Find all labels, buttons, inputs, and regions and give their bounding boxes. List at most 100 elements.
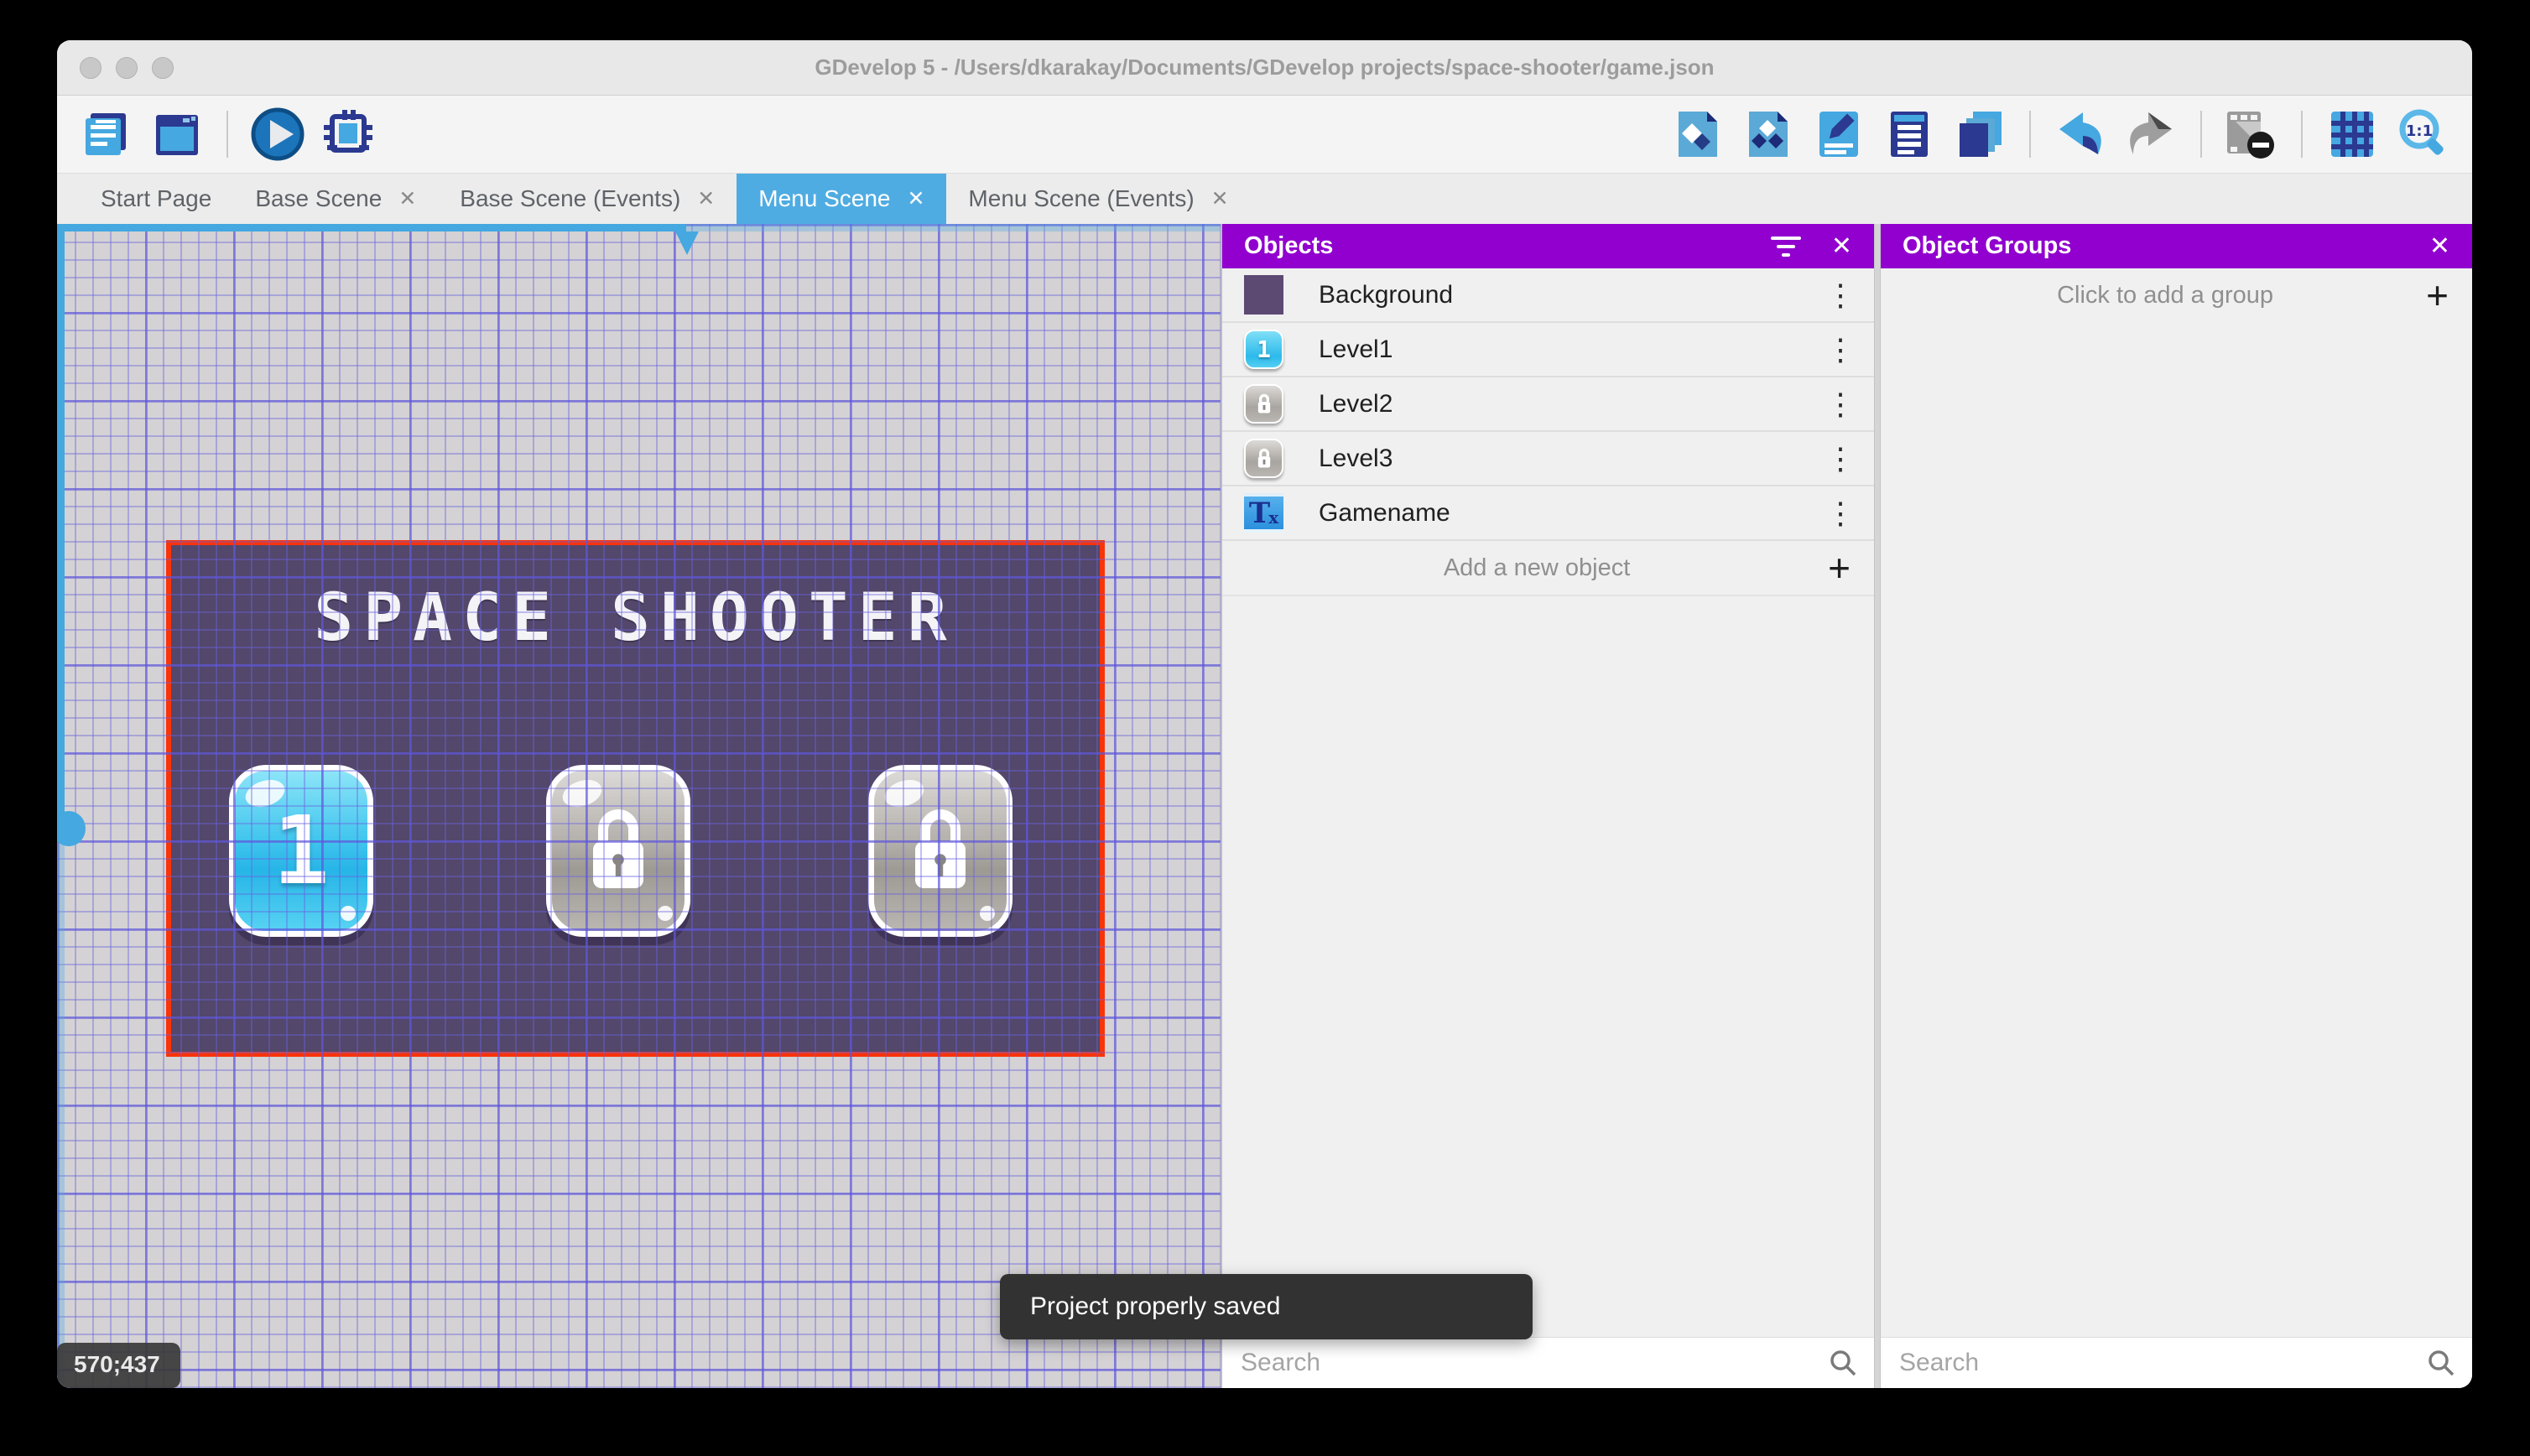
edit-scene-properties-icon[interactable] xyxy=(1811,107,1866,162)
scene-instance-level2[interactable] xyxy=(546,765,690,937)
level1-number: 1 xyxy=(273,796,330,906)
tab-base-scene-events[interactable]: Base Scene (Events) ✕ xyxy=(438,174,737,224)
object-menu-icon[interactable]: ⋮ xyxy=(1825,279,1856,310)
object-menu-icon[interactable]: ⋮ xyxy=(1825,443,1856,474)
layers-icon[interactable] xyxy=(1952,107,2007,162)
close-objects-panel-icon[interactable]: ✕ xyxy=(1831,231,1852,261)
tab-label: Base Scene (Events) xyxy=(460,185,681,211)
toast-message: Project properly saved xyxy=(1030,1292,1281,1320)
objects-search-bar xyxy=(1222,1337,1874,1388)
lock-icon xyxy=(1257,448,1270,468)
toolbar-left xyxy=(79,107,376,162)
tab-close-icon[interactable]: ✕ xyxy=(1211,186,1229,211)
toolbar-separator xyxy=(2301,111,2303,158)
horizontal-scrollbar-fill xyxy=(57,224,686,231)
object-menu-icon[interactable]: ⋮ xyxy=(1825,497,1856,528)
object-groups-list: Click to add a group + xyxy=(1881,268,2472,1337)
object-row-gamename[interactable]: Tx Gamename ⋮ xyxy=(1222,486,1874,541)
app-window: GDevelop 5 - /Users/dkarakay/Documents/G… xyxy=(57,40,2472,1388)
debugger-icon[interactable] xyxy=(320,107,376,162)
horizontal-scrollbar-marker[interactable] xyxy=(675,231,699,255)
close-object-groups-panel-icon[interactable]: ✕ xyxy=(2429,231,2450,261)
window-title: GDevelop 5 - /Users/dkarakay/Documents/G… xyxy=(815,55,1715,80)
scene-canvas[interactable]: SPACE SHOOTER 1 570;437 xyxy=(57,224,1222,1388)
text-object-thumbnail: Tx xyxy=(1244,493,1283,533)
tab-label: Menu Scene (Events) xyxy=(968,185,1195,211)
titlebar: GDevelop 5 - /Users/dkarakay/Documents/G… xyxy=(57,40,2472,96)
instances-list-icon[interactable] xyxy=(1882,107,1937,162)
groups-search-input[interactable] xyxy=(1898,1348,2427,1378)
minimize-window-button[interactable] xyxy=(116,56,138,79)
object-groups-panel: Object Groups ✕ Click to add a group + xyxy=(1881,224,2472,1388)
object-name: Gamename xyxy=(1319,498,1450,527)
tab-base-scene[interactable]: Base Scene ✕ xyxy=(233,174,438,224)
object-groups-panel-header: Object Groups ✕ xyxy=(1881,224,2472,268)
add-object-icon[interactable] xyxy=(1670,107,1726,162)
level1-thumbnail: 1 xyxy=(1244,330,1283,369)
scene-instance-level1[interactable]: 1 xyxy=(229,765,373,937)
panel-resize-handle[interactable] xyxy=(1874,224,1881,1388)
scene-title-text: SPACE SHOOTER xyxy=(314,580,957,656)
objects-panel: Objects ✕ Background ⋮ 1 Level1 ⋮ Level2… xyxy=(1222,224,1874,1388)
tab-close-icon[interactable]: ✕ xyxy=(697,186,715,211)
tab-menu-scene[interactable]: Menu Scene ✕ xyxy=(737,174,947,224)
background-thumbnail xyxy=(1244,275,1283,315)
scene-editor-icon[interactable] xyxy=(149,107,205,162)
object-row-background[interactable]: Background ⋮ xyxy=(1222,268,1874,323)
toolbar-separator xyxy=(226,111,228,158)
filter-icon[interactable] xyxy=(1770,236,1801,257)
tab-start-page[interactable]: Start Page xyxy=(79,174,233,224)
object-row-level2[interactable]: Level2 ⋮ xyxy=(1222,377,1874,432)
level2-thumbnail xyxy=(1244,384,1283,424)
object-row-level3[interactable]: Level3 ⋮ xyxy=(1222,432,1874,486)
grid-icon[interactable] xyxy=(2324,107,2380,162)
zoom-window-button[interactable] xyxy=(152,56,174,79)
add-object-label: Add a new object xyxy=(1443,554,1631,581)
object-groups-panel-title: Object Groups xyxy=(1903,232,2072,259)
object-menu-icon[interactable]: ⋮ xyxy=(1825,334,1856,365)
objects-search-input[interactable] xyxy=(1239,1348,1829,1378)
search-icon xyxy=(2428,1350,2455,1376)
zoom-one-to-one-icon[interactable]: 1:1 xyxy=(2395,107,2450,162)
undo-icon[interactable] xyxy=(2053,107,2108,162)
vertical-scrollbar[interactable] xyxy=(57,224,86,1388)
add-object-row[interactable]: Add a new object + xyxy=(1222,541,1874,596)
close-window-button[interactable] xyxy=(80,56,102,79)
zoom-ratio-text: 1:1 xyxy=(2406,122,2433,140)
cursor-coordinates-badge: 570;437 xyxy=(57,1343,180,1388)
horizontal-scrollbar[interactable] xyxy=(57,224,1221,255)
object-name: Level1 xyxy=(1319,335,1393,363)
thumb-number: 1 xyxy=(1257,335,1271,363)
lock-icon xyxy=(593,809,643,888)
add-group-row[interactable]: Click to add a group + xyxy=(1881,268,2472,322)
lock-icon xyxy=(1257,393,1270,413)
vertical-scrollbar-fill xyxy=(57,224,65,828)
toolbar-separator xyxy=(2200,111,2202,158)
traffic-lights xyxy=(80,56,174,79)
vertical-scrollbar-marker[interactable] xyxy=(57,811,86,846)
tab-close-icon[interactable]: ✕ xyxy=(907,186,924,211)
toolbar-right: 1:1 xyxy=(1670,107,2450,162)
tab-menu-scene-events[interactable]: Menu Scene (Events) ✕ xyxy=(946,174,1250,224)
thumb-letter: T xyxy=(1248,496,1271,530)
object-row-level1[interactable]: 1 Level1 ⋮ xyxy=(1222,323,1874,377)
search-icon xyxy=(1830,1350,1856,1376)
project-manager-icon[interactable] xyxy=(79,107,134,162)
preview-play-icon[interactable] xyxy=(250,107,305,162)
tab-close-icon[interactable]: ✕ xyxy=(398,186,416,211)
level3-thumbnail xyxy=(1244,439,1283,478)
object-menu-icon[interactable]: ⋮ xyxy=(1825,388,1856,419)
render-mask-icon[interactable] xyxy=(2224,107,2279,162)
toolbar: 1:1 xyxy=(57,96,2472,174)
tab-label: Start Page xyxy=(101,185,212,211)
add-object-plus-icon[interactable]: + xyxy=(1828,549,1851,587)
tab-bar: Start Page Base Scene ✕ Base Scene (Even… xyxy=(57,174,2472,224)
redo-icon[interactable] xyxy=(2123,107,2179,162)
scene-instance-background[interactable]: SPACE SHOOTER 1 xyxy=(166,540,1105,1057)
thumb-letter-sub: x xyxy=(1268,507,1279,528)
add-group-plus-icon[interactable]: + xyxy=(2426,276,2449,315)
object-name: Level2 xyxy=(1319,389,1393,418)
scene-instance-level3[interactable] xyxy=(868,765,1013,937)
object-groups-icon[interactable] xyxy=(1741,107,1796,162)
groups-search-bar xyxy=(1881,1337,2472,1388)
